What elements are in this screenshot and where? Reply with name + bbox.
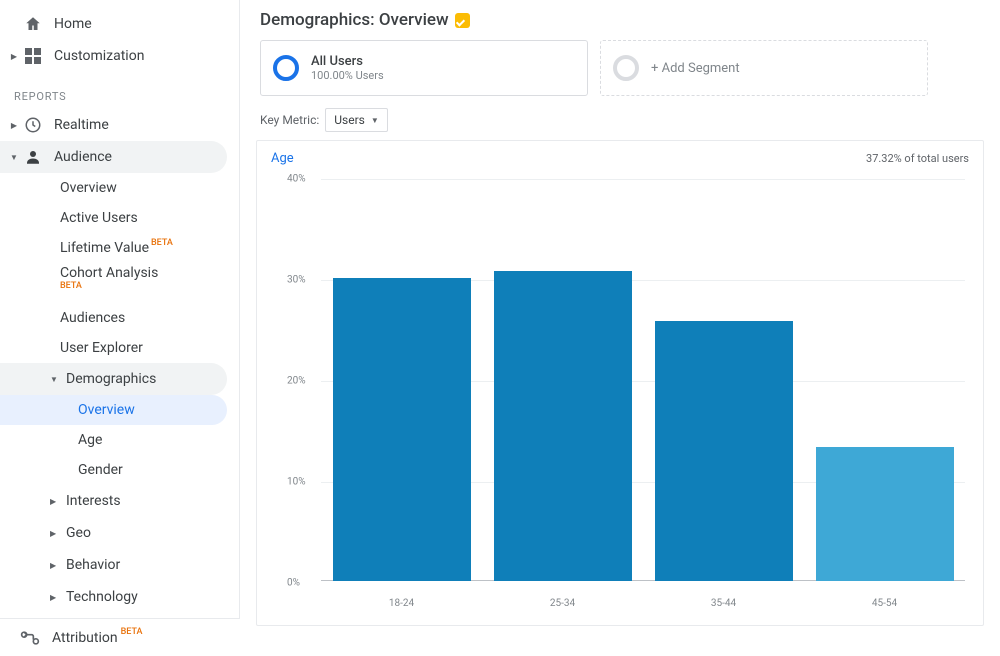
sidebar-item-label: Cohort Analysis xyxy=(60,265,158,281)
customization-icon xyxy=(22,45,44,67)
sidebar-group-demographics[interactable]: ▼ Demographics xyxy=(0,363,227,395)
chart-note: 37.32% of total users xyxy=(866,152,969,165)
sidebar-group-label: Technology xyxy=(66,589,138,605)
sidebar-item-active-users[interactable]: Active Users xyxy=(0,203,239,233)
chart-bar[interactable] xyxy=(655,321,793,581)
nav-customization[interactable]: ▶ Customization xyxy=(0,40,239,72)
chart-y-tick-label: 0% xyxy=(287,578,300,589)
sidebar-group-label: Demographics xyxy=(66,371,156,387)
chart-y-tick-label: 10% xyxy=(287,477,306,488)
sidebar-group-behavior[interactable]: ▶ Behavior xyxy=(0,549,239,581)
caret-down-icon: ▼ xyxy=(8,153,20,162)
page-title: Demographics: Overview xyxy=(256,6,984,40)
caret-right-icon: ▶ xyxy=(8,121,20,130)
nav-realtime[interactable]: ▶ Realtime xyxy=(0,109,239,141)
sidebar-item-label: Overview xyxy=(60,180,117,196)
sidebar-group-interests[interactable]: ▶ Interests xyxy=(0,485,239,517)
sidebar-group-label: Behavior xyxy=(66,557,120,573)
nav-attribution[interactable]: Attribution BETA xyxy=(0,618,240,656)
keymetric-label: Key Metric: xyxy=(260,113,319,127)
caret-right-icon: ▶ xyxy=(50,561,60,570)
sidebar-item-user-explorer[interactable]: User Explorer xyxy=(0,333,239,363)
sidebar-item-label: User Explorer xyxy=(60,340,143,356)
nav-home[interactable]: Home xyxy=(0,8,239,40)
sidebar-item-label: Overview xyxy=(78,402,135,418)
sidebar-item-audiences[interactable]: Audiences xyxy=(0,303,239,333)
chart-x-axis: 18-24 25-34 35-44 45-54 xyxy=(321,598,965,609)
attribution-icon xyxy=(20,630,42,646)
beta-badge: BETA xyxy=(151,238,173,248)
chart-x-tick-label: 25-34 xyxy=(494,598,632,609)
chart-bar[interactable] xyxy=(333,278,471,581)
chart-card: Age 37.32% of total users 18-24 25-34 35-4… xyxy=(256,140,984,626)
segment-circle-icon xyxy=(273,55,299,81)
caret-right-icon: ▶ xyxy=(8,52,20,61)
sidebar: Home ▶ Customization REPORTS ▶ Realtime … xyxy=(0,0,240,656)
keymetric-select[interactable]: Users ▼ xyxy=(325,108,388,132)
nav-audience-label: Audience xyxy=(54,149,112,165)
caret-right-icon: ▶ xyxy=(50,529,60,538)
segment-text: All Users 100.00% Users xyxy=(311,54,384,82)
segment-title: All Users xyxy=(311,54,384,69)
chart-title[interactable]: Age xyxy=(271,151,294,166)
sidebar-item-label: Gender xyxy=(78,462,123,478)
sidebar-item-overview[interactable]: Overview xyxy=(0,173,239,203)
chart-x-tick-label: 18-24 xyxy=(333,598,471,609)
nav-customization-label: Customization xyxy=(54,48,144,64)
segment-add-label: + Add Segment xyxy=(651,61,740,76)
sidebar-item-demographics-age[interactable]: Age xyxy=(0,425,239,455)
keymetric-value: Users xyxy=(334,113,365,127)
sidebar-group-technology[interactable]: ▶ Technology xyxy=(0,581,239,613)
sidebar-item-label: Active Users xyxy=(60,210,138,226)
clock-icon xyxy=(22,114,44,136)
sidebar-group-label: Geo xyxy=(66,525,91,541)
caret-right-icon: ▶ xyxy=(50,593,60,602)
segment-all-users[interactable]: All Users 100.00% Users xyxy=(260,40,588,96)
segment-circle-icon xyxy=(613,55,639,81)
chart-x-tick-label: 45-54 xyxy=(816,598,954,609)
chart-x-tick-label: 35-44 xyxy=(655,598,793,609)
caret-down-icon: ▼ xyxy=(50,375,60,384)
chevron-down-icon: ▼ xyxy=(371,116,379,125)
nav-realtime-label: Realtime xyxy=(54,117,109,133)
chart-header: Age 37.32% of total users xyxy=(271,151,969,166)
sidebar-group-label: Interests xyxy=(66,493,121,509)
segment-row: All Users 100.00% Users + Add Segment xyxy=(256,40,984,96)
sidebar-item-label: Audiences xyxy=(60,310,125,326)
nav-home-label: Home xyxy=(54,16,92,32)
chart-y-tick-label: 30% xyxy=(287,275,306,286)
page-title-text: Demographics: Overview xyxy=(260,10,449,30)
person-icon xyxy=(22,146,44,168)
chart-bars xyxy=(321,177,965,581)
beta-badge: BETA xyxy=(121,627,143,637)
beta-badge: BETA xyxy=(60,281,239,291)
chart-bar[interactable] xyxy=(494,271,632,581)
sidebar-item-demographics-overview[interactable]: Overview xyxy=(0,395,227,425)
main-content: Demographics: Overview All Users 100.00%… xyxy=(240,0,1000,656)
segment-add[interactable]: + Add Segment xyxy=(600,40,928,96)
caret-right-icon: ▶ xyxy=(50,497,60,506)
sidebar-group-geo[interactable]: ▶ Geo xyxy=(0,517,239,549)
home-icon xyxy=(22,13,44,35)
reports-header: REPORTS xyxy=(0,72,239,109)
sidebar-item-demographics-gender[interactable]: Gender xyxy=(0,455,239,485)
sidebar-item-label: Lifetime Value xyxy=(60,240,149,256)
verified-badge-icon xyxy=(455,13,470,28)
chart-y-tick-label: 20% xyxy=(287,376,306,387)
segment-subtitle: 100.00% Users xyxy=(311,69,384,82)
nav-audience[interactable]: ▼ Audience xyxy=(0,141,227,173)
keymetric-row: Key Metric: Users ▼ xyxy=(260,108,984,132)
chart-y-tick-label: 40% xyxy=(287,174,306,185)
sidebar-item-cohort-analysis[interactable]: Cohort AnalysisBETA xyxy=(0,263,239,303)
nav-attribution-label: Attribution xyxy=(52,630,118,646)
sidebar-item-label: Age xyxy=(78,432,102,448)
sidebar-item-lifetime-value[interactable]: Lifetime ValueBETA xyxy=(0,233,239,263)
chart-bar[interactable] xyxy=(816,447,954,581)
